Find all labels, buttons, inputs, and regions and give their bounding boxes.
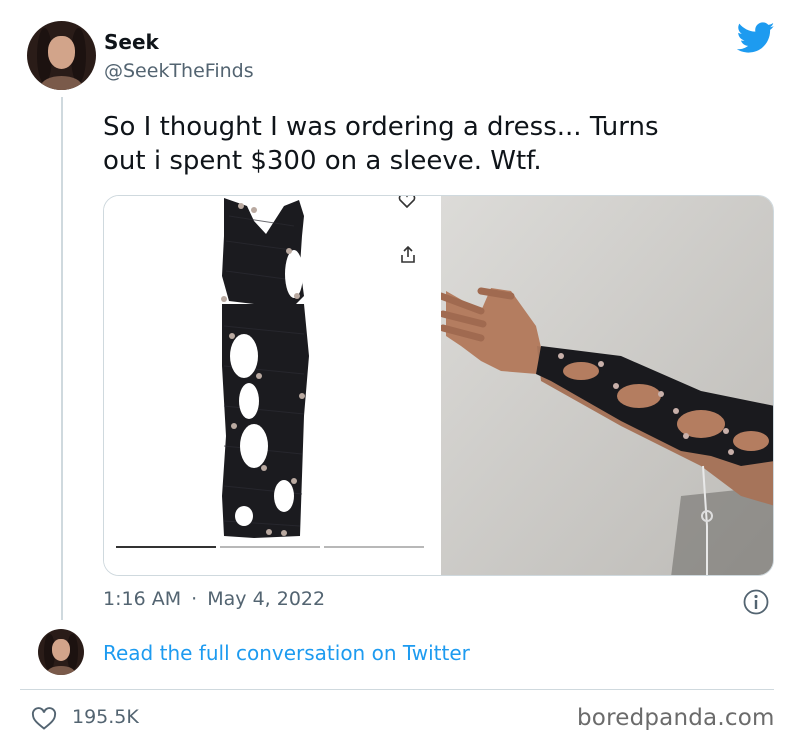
thread-line — [61, 97, 63, 620]
author-avatar-small[interactable] — [38, 629, 84, 675]
product-image[interactable] — [104, 195, 439, 575]
tweet-timestamp[interactable]: 1:16 AM · May 4, 2022 — [103, 588, 325, 610]
heart-icon[interactable] — [31, 707, 57, 731]
meta-separator: · — [191, 588, 198, 610]
tweet-embed: Seek @SeekTheFinds So I thought I was or… — [0, 0, 800, 750]
author-name[interactable]: Seek — [104, 30, 159, 54]
garment-illustration — [221, 198, 309, 538]
tweet-text-line: out i spent $300 on a sleeve. Wtf. — [103, 146, 542, 176]
tweet-time: 1:16 AM — [103, 588, 182, 610]
twitter-bird-icon[interactable] — [737, 22, 775, 54]
heart-outline-icon[interactable] — [398, 195, 416, 208]
tweet-date: May 4, 2022 — [207, 588, 326, 610]
watermark: boredpanda.com — [577, 705, 775, 731]
carousel-dot[interactable] — [324, 546, 424, 548]
arm-photo[interactable] — [437, 196, 773, 575]
media-carousel[interactable] — [103, 195, 774, 576]
tweet-text: So I thought I was ordering a dress... T… — [103, 110, 763, 178]
arm-illustration — [437, 196, 773, 575]
divider — [20, 689, 774, 690]
carousel-indicators — [116, 546, 426, 550]
share-icon[interactable] — [400, 246, 416, 264]
read-conversation-link[interactable]: Read the full conversation on Twitter — [103, 641, 470, 665]
tweet-text-line: So I thought I was ordering a dress... T… — [103, 112, 659, 142]
author-avatar[interactable] — [27, 21, 96, 90]
carousel-dot-active[interactable] — [116, 546, 216, 548]
author-handle[interactable]: @SeekTheFinds — [104, 60, 254, 82]
carousel-dot[interactable] — [220, 546, 320, 548]
like-count: 195.5K — [72, 706, 139, 728]
info-icon[interactable] — [742, 588, 770, 616]
